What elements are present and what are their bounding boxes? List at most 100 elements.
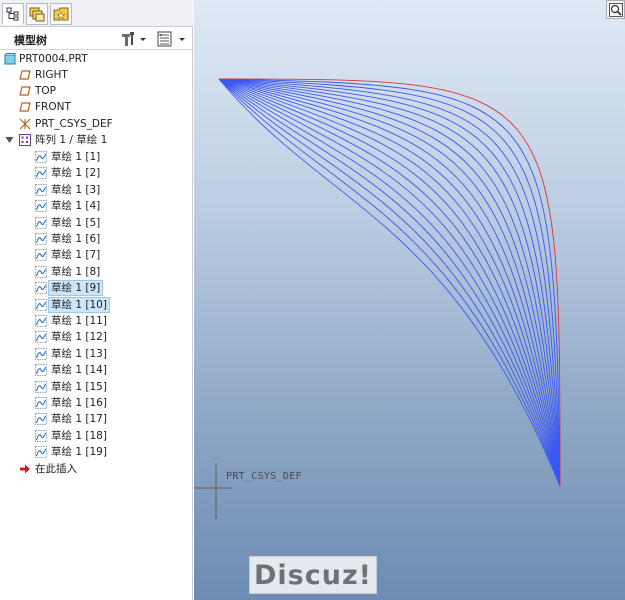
sketch-item[interactable]: 草绘 1 [13]: [0, 346, 192, 362]
pattern-curve[interactable]: [218, 78, 561, 487]
tree-item-root[interactable]: PRT0004.PRT: [0, 51, 192, 67]
sketch-item[interactable]: 草绘 1 [8]: [0, 264, 192, 280]
sketch-icon: [35, 331, 47, 344]
tab-model-tree[interactable]: [2, 3, 24, 25]
sketch-item[interactable]: 草绘 1 [19]: [0, 444, 192, 460]
tree-filter-button[interactable]: [157, 31, 187, 47]
tree-item-top[interactable]: TOP: [0, 83, 192, 99]
tree-item-label: FRONT: [35, 101, 71, 113]
sketch-icon: [35, 282, 47, 295]
panel-tab-bar: [0, 0, 193, 27]
sketch-item[interactable]: 草绘 1 [17]: [0, 411, 192, 427]
tree-item-label: TOP: [35, 85, 57, 97]
sketch-item[interactable]: 草绘 1 [3]: [0, 182, 192, 198]
tree-item-label: 阵列 1 / 草绘 1: [35, 134, 108, 146]
sketch-item[interactable]: 草绘 1 [16]: [0, 395, 192, 411]
tree-filter-icon: [157, 31, 185, 47]
model-tree-title: 模型树: [14, 34, 47, 47]
tree-item-label: PRT0004.PRT: [19, 53, 88, 65]
tree-item-label: 草绘 1 [1]: [51, 151, 101, 163]
sketch-icon: [35, 397, 47, 409]
sketch-item[interactable]: 草绘 1 [5]: [0, 215, 192, 231]
sketch-icon: [35, 315, 47, 327]
insert-arrow-icon: [20, 464, 30, 474]
watermark: Discuz!: [249, 556, 377, 594]
part-icon: [4, 53, 16, 65]
tree-item-label: 草绘 1 [13]: [51, 347, 107, 360]
sketch-icon: [35, 298, 47, 311]
datum-plane-icon: [19, 70, 31, 80]
sketch-icon: [35, 167, 47, 180]
sketch-item[interactable]: 草绘 1 [7]: [0, 247, 192, 263]
tree-item-label: 草绘 1 [17]: [51, 413, 107, 426]
tree-item-label: 草绘 1 [10]: [48, 296, 110, 313]
sketch-icon: [35, 347, 47, 360]
sketch-item[interactable]: 草绘 1 [1]: [0, 149, 192, 165]
datum-plane-icon: [19, 102, 31, 112]
tree-item-label: 草绘 1 [15]: [51, 380, 107, 393]
curve-pattern-graphic: [218, 78, 561, 487]
favorites-icon: [53, 7, 69, 21]
sketch-icon: [35, 413, 47, 426]
sketch-icon: [35, 183, 47, 196]
csys-triad-icon: [194, 463, 232, 519]
tab-favorites[interactable]: [50, 3, 72, 25]
tree-item-label: 草绘 1 [3]: [51, 183, 101, 196]
sketch-item[interactable]: 草绘 1 [10]: [0, 296, 192, 313]
csys-label: PRT_CSYS_DEF: [226, 471, 302, 482]
tree-settings-icon: [122, 32, 146, 46]
sketch-item[interactable]: 草绘 1 [18]: [0, 428, 192, 444]
tree-settings-button[interactable]: [121, 31, 147, 47]
pattern-icon: [19, 134, 31, 146]
tree-item-label: PRT_CSYS_DEF: [35, 118, 113, 130]
sketch-icon: [35, 265, 47, 278]
sketch-item[interactable]: 草绘 1 [14]: [0, 362, 192, 378]
tree-item-label: 草绘 1 [2]: [51, 167, 101, 180]
tree-item-label: 草绘 1 [19]: [51, 446, 107, 459]
sketch-icon: [35, 151, 47, 163]
tree-item-front[interactable]: FRONT: [0, 99, 192, 115]
tree-item-pattern[interactable]: 阵列 1 / 草绘 1: [0, 132, 192, 148]
sketch-item[interactable]: 草绘 1 [2]: [0, 165, 192, 181]
watermark-text: Discuz!: [254, 559, 372, 591]
tree-item-label: 草绘 1 [4]: [51, 200, 101, 213]
tree-item-label: 草绘 1 [11]: [51, 315, 107, 327]
sketch-icon: [35, 429, 47, 442]
sketch-icon: [35, 446, 47, 459]
expand-arrow-icon[interactable]: [5, 136, 17, 148]
model-tree-icon: [6, 7, 19, 21]
tree-item-label: 在此插入: [35, 463, 77, 475]
sketch-icon: [35, 200, 47, 213]
sketch-item[interactable]: 草绘 1 [9]: [0, 280, 192, 297]
sketch-item[interactable]: 草绘 1 [12]: [0, 329, 192, 345]
sketch-item[interactable]: 草绘 1 [15]: [0, 379, 192, 395]
tree-item-label: 草绘 1 [9]: [47, 280, 104, 297]
sketch-icon: [35, 249, 47, 262]
sketch-item[interactable]: 草绘 1 [4]: [0, 198, 192, 214]
tree-item-label: 草绘 1 [14]: [51, 364, 107, 377]
tree-item-label: 草绘 1 [18]: [51, 429, 107, 442]
tree-item-label: 草绘 1 [6]: [51, 233, 101, 245]
tab-layers[interactable]: [26, 3, 48, 25]
model-tree-panel: 模型树 PRT0004.PRT RIGHT TOP FRONT PRT_CSYS…: [0, 0, 193, 600]
sketch-icon: [35, 380, 47, 393]
tree-item-label: 草绘 1 [8]: [51, 265, 101, 278]
sketch-icon: [35, 216, 47, 229]
zoom-fit-icon: [608, 2, 623, 17]
tree-item-label: 草绘 1 [12]: [51, 331, 107, 344]
sketch-icon: [35, 364, 47, 377]
layers-icon: [29, 7, 45, 22]
tree-item-csys[interactable]: PRT_CSYS_DEF: [0, 116, 192, 132]
tree-item-label: 草绘 1 [16]: [51, 397, 107, 409]
tree-item-insert-here[interactable]: 在此插入: [0, 461, 192, 477]
model-tree-header: 模型树: [0, 28, 192, 50]
sketch-item[interactable]: 草绘 1 [6]: [0, 231, 192, 247]
datum-plane-icon: [19, 86, 31, 96]
zoom-fit-button[interactable]: [606, 0, 625, 19]
tree-item-right[interactable]: RIGHT: [0, 67, 192, 83]
sketch-item[interactable]: 草绘 1 [11]: [0, 313, 192, 329]
tree-item-label: RIGHT: [35, 69, 68, 81]
sketch-icon: [35, 233, 47, 245]
coordinate-system-icon: [19, 118, 31, 130]
tree-item-label: 草绘 1 [5]: [51, 216, 101, 229]
